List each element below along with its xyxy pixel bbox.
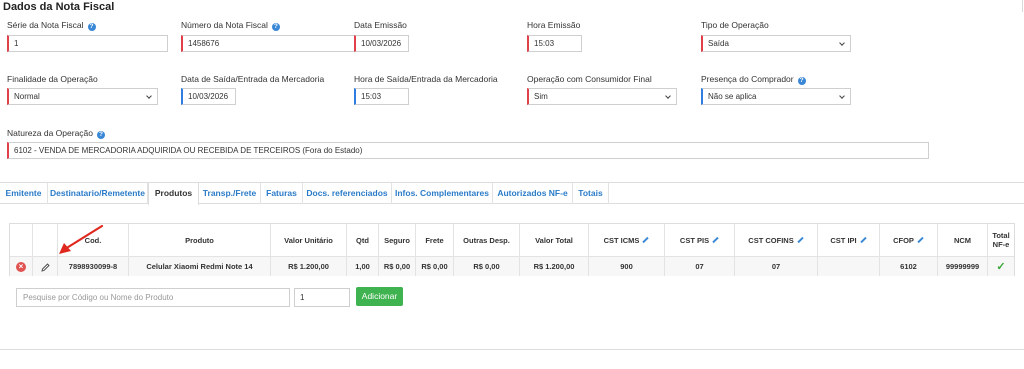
red-arrow-icon <box>59 224 104 254</box>
help-icon[interactable]: ? <box>87 23 96 31</box>
tab-faturas[interactable]: Faturas <box>261 183 303 204</box>
header-cst-ipi: CST IPI <box>818 224 880 256</box>
header-qtd: Qtd <box>347 224 379 256</box>
hora-saida-input[interactable]: 15:03 <box>354 88 409 105</box>
row-produto: Celular Xiaomi Redmi Note 14 <box>129 256 271 276</box>
row-cst-cofins: 07 <box>735 256 818 276</box>
check-icon: ✓ <box>996 261 1006 273</box>
pencil-icon[interactable] <box>859 236 867 244</box>
serie-input[interactable]: 1 <box>7 35 168 52</box>
hora-emissao-input[interactable]: 15:03 <box>527 35 582 52</box>
row-qtd: 1,00 <box>347 256 379 276</box>
header-outras: Outras Desp. <box>454 224 520 256</box>
header-seguro: Seguro <box>379 224 416 256</box>
row-cod: 7898930099-8 <box>58 256 129 276</box>
tipo-operacao-select[interactable]: Saída <box>701 35 851 52</box>
data-saida-input[interactable]: 10/03/2026 <box>181 88 236 105</box>
help-icon[interactable]: ? <box>797 77 806 85</box>
row-cst-pis: 07 <box>665 256 735 276</box>
tab-emitente[interactable]: Emitente <box>0 183 48 204</box>
header-cst-cofins: CST COFINS <box>735 224 818 256</box>
hora-saida-label: Hora de Saída/Entrada da Mercadoria <box>354 74 498 84</box>
consumidor-final-select[interactable]: Sim <box>527 88 677 105</box>
row-valor-total: R$ 1.200,00 <box>520 256 589 276</box>
natureza-label: Natureza da Operação? <box>7 128 105 139</box>
header-produto: Produto <box>129 224 271 256</box>
pencil-icon[interactable] <box>40 262 50 272</box>
header-ncm: NCM <box>938 224 988 256</box>
data-saida-label: Data de Saída/Entrada da Mercadoria <box>181 74 325 84</box>
products-table: Cod. Produto Valor Unitário Qtd Seguro F… <box>9 223 1015 276</box>
row-outras: R$ 0,00 <box>454 256 520 276</box>
help-icon[interactable]: ? <box>97 131 105 139</box>
product-search-input[interactable]: Pesquise por Código ou Nome do Produto <box>16 288 290 307</box>
header-cfop: CFOP <box>880 224 938 256</box>
header-valor-total: Valor Total <box>520 224 589 256</box>
header-total-nfe: Total NF-e <box>992 231 1010 249</box>
divider <box>1020 0 1023 12</box>
numero-input[interactable]: 1458676 <box>181 35 369 52</box>
tab-infos-complementares[interactable]: Infos. Complementares <box>392 183 493 204</box>
pencil-icon[interactable] <box>797 236 804 244</box>
pencil-icon[interactable] <box>917 236 924 244</box>
tipo-operacao-label: Tipo de Operação <box>701 20 769 30</box>
tab-autorizados-nfe[interactable]: Autorizados NF-e <box>493 183 573 204</box>
quantity-input[interactable]: 1 <box>294 288 350 307</box>
page-title: Dados da Nota Fiscal <box>3 1 115 13</box>
tab-transp-frete[interactable]: Transp./Frete <box>199 183 261 204</box>
presenca-label: Presença do Comprador? <box>701 74 806 85</box>
serie-label: Série da Nota Fiscal? <box>7 20 96 31</box>
table-row: × <box>10 256 33 276</box>
row-cst-icms: 900 <box>589 256 665 276</box>
finalidade-label: Finalidade da Operação <box>7 74 98 84</box>
row-cfop: 6102 <box>880 256 938 276</box>
row-seguro: R$ 0,00 <box>379 256 416 276</box>
pencil-icon[interactable] <box>712 236 719 244</box>
row-valor-unitario: R$ 1.200,00 <box>271 256 347 276</box>
header-valor-unitario: Valor Unitário <box>271 224 347 256</box>
row-cst-ipi <box>818 256 880 276</box>
row-edit <box>33 256 58 276</box>
numero-label: Número da Nota Fiscal? <box>181 20 280 31</box>
pencil-icon[interactable] <box>642 236 650 244</box>
row-frete: R$ 0,00 <box>416 256 454 276</box>
add-product-button[interactable]: Adicionar <box>356 287 403 306</box>
data-emissao-input[interactable]: 10/03/2026 <box>354 35 409 52</box>
tab-produtos[interactable]: Produtos <box>148 183 199 205</box>
help-icon[interactable]: ? <box>271 23 280 31</box>
tab-docs-referenciados[interactable]: Docs. referenciados <box>303 183 392 204</box>
tab-totais[interactable]: Totais <box>573 183 609 204</box>
header-edit <box>33 224 58 256</box>
tab-destinatario[interactable]: Destinatario/Remetente <box>48 183 148 204</box>
header-cst-icms: CST ICMS <box>589 224 665 256</box>
row-total-nfe: ✓ <box>988 256 1014 276</box>
row-ncm: 99999999 <box>938 256 988 276</box>
header-cst-pis: CST PIS <box>665 224 735 256</box>
tab-bar: Emitente Destinatario/Remetente Produtos… <box>0 183 1024 205</box>
remove-circle-icon[interactable]: × <box>16 262 26 273</box>
header-frete: Frete <box>416 224 454 256</box>
finalidade-select[interactable]: Normal <box>7 88 158 105</box>
hora-emissao-label: Hora Emissão <box>527 20 581 30</box>
natureza-input[interactable]: 6102 - VENDA DE MERCADORIA ADQUIRIDA OU … <box>7 142 929 159</box>
presenca-select[interactable]: Não se aplica <box>701 88 851 105</box>
header-delete <box>10 224 33 256</box>
consumidor-final-label: Operação com Consumidor Final <box>527 74 652 84</box>
data-emissao-label: Data Emissão <box>354 20 407 30</box>
